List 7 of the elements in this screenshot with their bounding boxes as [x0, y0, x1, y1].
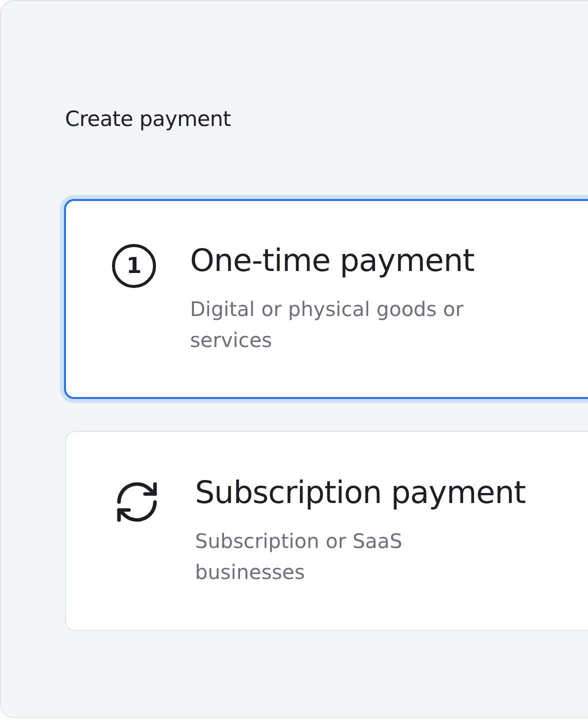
option-description: Digital or physical goods or services: [190, 296, 464, 354]
payment-option-card[interactable]: Subscription payment Subscription or SaaS businesses: [65, 431, 588, 631]
option-description: Subscription or SaaS businesses: [195, 528, 404, 586]
option-title: Subscription payment: [195, 474, 526, 512]
numbered-circle-icon: 1: [112, 244, 156, 288]
option-title: One-time payment: [190, 242, 476, 280]
page-title: Create payment: [65, 107, 232, 131]
